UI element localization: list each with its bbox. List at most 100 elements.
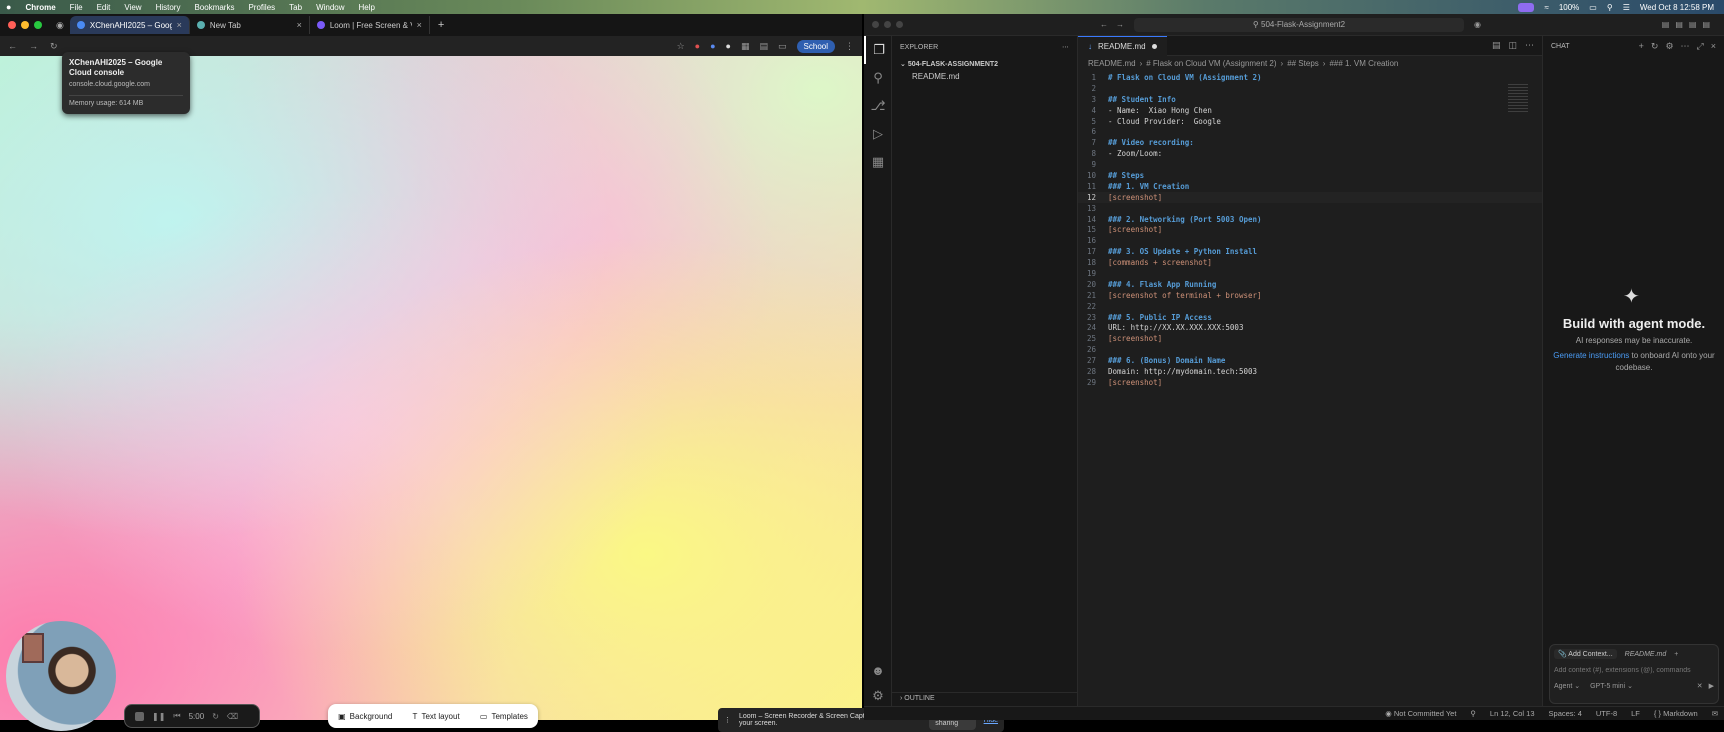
pause-icon[interactable]: ❚❚ <box>152 712 165 721</box>
loom-webcam-bubble[interactable] <box>6 621 116 731</box>
battery-icon[interactable]: ▭ <box>1589 3 1597 12</box>
history-icon[interactable]: ↻ <box>1651 41 1659 52</box>
code-line[interactable]: 12 [screenshot] <box>1078 191 1542 203</box>
code-line[interactable]: 10 ## Steps <box>1078 170 1542 181</box>
editor-tab-readme[interactable]: ↓ README.md <box>1078 35 1167 56</box>
generate-instructions-link[interactable]: Generate instructions <box>1553 351 1629 360</box>
code-line[interactable]: 21 [screenshot of terminal + browser] <box>1078 290 1542 301</box>
code-line[interactable]: 29 [screenshot] <box>1078 377 1542 388</box>
nav-forward-icon[interactable]: → <box>1116 20 1124 29</box>
zoom-icon[interactable]: ⚲ <box>1470 709 1476 718</box>
apple-icon[interactable]: ● <box>6 2 11 12</box>
notifications-icon[interactable]: ✉ <box>1712 709 1718 718</box>
code-line[interactable]: 28 Domain: http://mydomain.tech:5003 <box>1078 366 1542 377</box>
preview-icon[interactable]: ▤ <box>1492 40 1501 51</box>
context-file-chip[interactable]: README.md <box>1625 651 1667 658</box>
menu-history[interactable]: History <box>156 3 181 12</box>
line-ending[interactable]: LF <box>1631 709 1640 718</box>
extensions-puzzle-icon[interactable]: ▦ <box>741 41 750 52</box>
code-line[interactable]: 22 <box>1078 301 1542 312</box>
add-context-button[interactable]: 📎 Add Context... <box>1554 649 1617 659</box>
stop-recording-icon[interactable] <box>135 711 144 721</box>
more-actions-icon[interactable]: ⋯ <box>1681 41 1690 52</box>
background-button[interactable]: ▣ Background <box>338 712 392 721</box>
model-dropdown[interactable]: GPT-5 mini ⌄ <box>1590 682 1633 690</box>
language-mode[interactable]: { } Markdown <box>1654 709 1698 718</box>
forward-icon[interactable]: → <box>29 41 38 51</box>
cast-icon[interactable]: ▭ <box>778 41 787 52</box>
code-line[interactable]: 13 <box>1078 203 1542 214</box>
tab-search-icon[interactable]: ◉ <box>50 20 70 31</box>
wifi-icon[interactable]: ≈ <box>1544 3 1548 12</box>
extension-icon[interactable]: ● <box>726 41 731 51</box>
sidepanel-icon[interactable]: ▤ <box>760 41 769 52</box>
chrome-menu-icon[interactable]: ⋮ <box>845 41 854 52</box>
bookmark-star-icon[interactable]: ☆ <box>677 41 685 52</box>
workspace-folder[interactable]: ⌄ 504-FLASK-ASSIGNMENT2 <box>892 58 1077 70</box>
menu-edit[interactable]: Edit <box>97 3 111 12</box>
close-tab-icon[interactable]: × <box>417 20 422 30</box>
minimize-window-icon[interactable] <box>21 21 29 29</box>
tab-new-tab[interactable]: New Tab × <box>190 16 310 34</box>
templates-button[interactable]: ▭ Templates <box>480 712 528 721</box>
menubar-app-name[interactable]: Chrome <box>25 3 55 12</box>
control-center-icon[interactable]: ☰ <box>1623 3 1630 12</box>
close-window-icon[interactable] <box>872 21 879 28</box>
code-line[interactable]: 5 - Cloud Provider: Google <box>1078 116 1542 127</box>
send-icon[interactable]: ▶ <box>1709 682 1714 690</box>
account-icon[interactable]: ☻ <box>864 656 892 684</box>
code-line[interactable]: 9 <box>1078 159 1542 170</box>
menu-file[interactable]: File <box>70 3 83 12</box>
close-icon[interactable]: × <box>1711 41 1716 52</box>
run-debug-icon[interactable]: ▷ <box>864 120 892 148</box>
code-line[interactable]: 25 [screenshot] <box>1078 333 1542 344</box>
source-control-icon[interactable]: ⎇ <box>864 92 892 120</box>
breadcrumb-item[interactable]: ### 1. VM Creation <box>1329 59 1398 68</box>
file-readme[interactable]: README.md <box>892 70 1077 83</box>
code-line[interactable]: 3 ## Student Info <box>1078 94 1542 105</box>
indentation[interactable]: Spaces: 4 <box>1549 709 1582 718</box>
minimap[interactable] <box>1508 84 1528 114</box>
chat-input[interactable]: Add context (#), extensions (@), command… <box>1554 667 1714 674</box>
extension-icon[interactable]: ● <box>710 41 715 51</box>
maximize-window-icon[interactable] <box>34 21 42 29</box>
encoding[interactable]: UTF-8 <box>1596 709 1617 718</box>
code-line[interactable]: 24 URL: http://XX.XX.XXX.XXX:5003 <box>1078 322 1542 333</box>
unsaved-dot-icon[interactable] <box>1151 43 1157 49</box>
breadcrumb-item[interactable]: ## Steps <box>1287 59 1319 68</box>
breadcrumb-item[interactable]: README.md <box>1088 59 1136 68</box>
copilot-icon[interactable]: ◉ <box>1474 20 1481 29</box>
more-actions-icon[interactable]: ⋯ <box>1525 40 1534 51</box>
menu-tab[interactable]: Tab <box>289 3 302 12</box>
outline-section[interactable]: › OUTLINE <box>892 692 1078 704</box>
menu-profiles[interactable]: Profiles <box>248 3 275 12</box>
code-line[interactable]: 2 <box>1078 83 1542 94</box>
new-tab-button[interactable]: + <box>430 19 452 31</box>
code-line[interactable]: 17 ### 3. OS Update + Python Install <box>1078 246 1542 257</box>
close-tab-icon[interactable]: × <box>177 20 182 30</box>
trash-icon[interactable]: ⌫ <box>227 712 238 721</box>
code-line[interactable]: 20 ### 4. Flask App Running <box>1078 279 1542 290</box>
search-icon[interactable]: ⚲ <box>1607 3 1613 12</box>
code-line[interactable]: 8 - Zoom/Loom: <box>1078 148 1542 159</box>
text-layout-button[interactable]: T Text layout <box>413 712 460 721</box>
code-line[interactable]: 14 ### 2. Networking (Port 5003 Open) <box>1078 214 1542 225</box>
close-window-icon[interactable] <box>8 21 16 29</box>
code-line[interactable]: 15 [screenshot] <box>1078 224 1542 235</box>
layout-icons[interactable]: ▤▤▤▤ <box>1662 20 1716 29</box>
search-icon[interactable]: ⚲ <box>864 64 892 92</box>
new-chat-icon[interactable]: + <box>1639 41 1644 52</box>
mode-dropdown[interactable]: Agent ⌄ <box>1554 682 1580 690</box>
restart-icon[interactable]: ↻ <box>212 712 219 721</box>
split-editor-icon[interactable]: ◫ <box>1508 40 1517 51</box>
code-line[interactable]: 1 # Flask on Cloud VM (Assignment 2) <box>1078 72 1542 83</box>
loom-recording-icon[interactable] <box>1518 2 1535 12</box>
explorer-files-icon[interactable]: ❐ <box>864 36 892 64</box>
extensions-icon[interactable]: ▦ <box>864 148 892 176</box>
git-blame-status[interactable]: ◉ Not Committed Yet <box>1385 709 1456 718</box>
breadcrumb-item[interactable]: # Flask on Cloud VM (Assignment 2) <box>1146 59 1276 68</box>
back-icon[interactable]: ← <box>8 41 17 51</box>
nav-back-icon[interactable]: ← <box>1100 20 1108 29</box>
reload-icon[interactable]: ↻ <box>50 41 58 52</box>
code-line[interactable]: 4 - Name: Xiao Hong Chen <box>1078 105 1542 116</box>
